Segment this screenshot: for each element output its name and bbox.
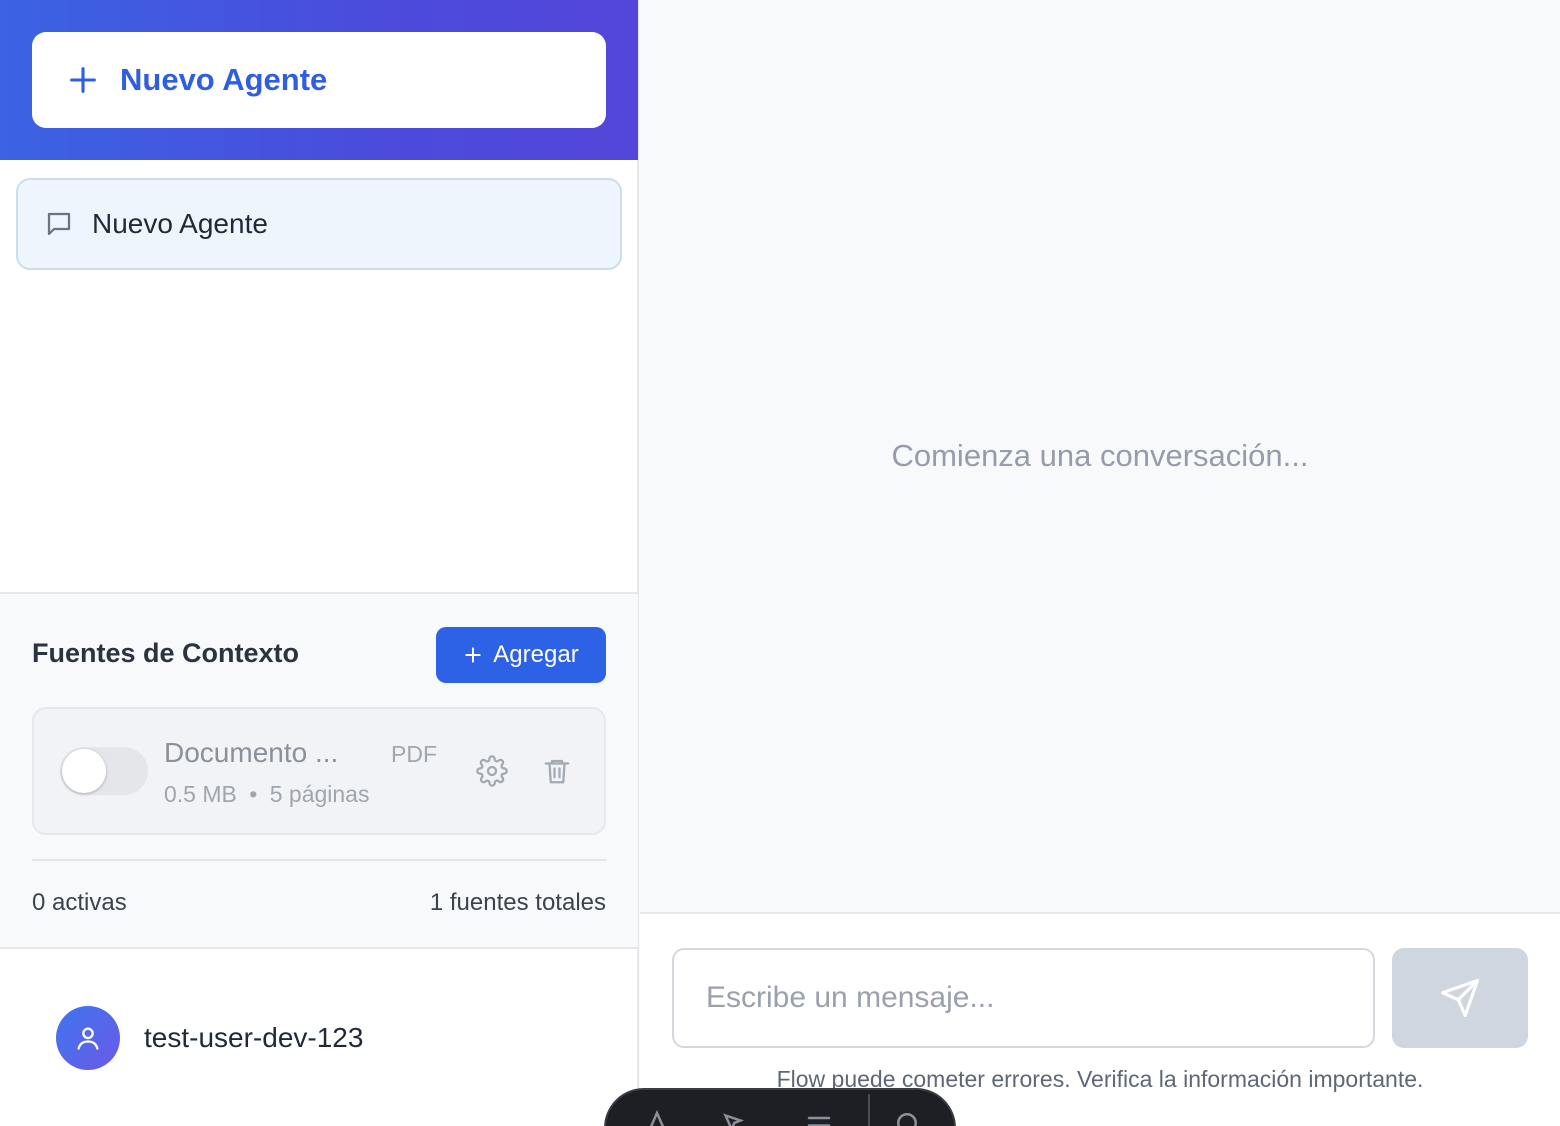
new-agent-button[interactable]: Nuevo Agente (32, 32, 606, 128)
username: test-user-dev-123 (144, 1022, 364, 1053)
gear-icon[interactable] (476, 755, 508, 787)
settings-icon[interactable] (892, 1108, 922, 1126)
plus-icon (70, 67, 96, 93)
agent-list-item[interactable]: Nuevo Agente (16, 178, 622, 270)
agent-list-item-label: Nuevo Agente (92, 208, 268, 239)
floating-toolbar[interactable] (604, 1088, 956, 1126)
context-source-card: Documento ... PDF 0.5 MB • 5 páginas (32, 707, 606, 835)
cursor-tool-icon[interactable] (718, 1108, 748, 1126)
source-name: Documento ... (164, 737, 339, 768)
toolbar-separator (868, 1094, 870, 1126)
message-input[interactable] (672, 948, 1375, 1048)
chat-bubble-icon (47, 212, 71, 236)
sidebar-header: Nuevo Agente (0, 0, 638, 160)
toggle-knob (62, 749, 106, 793)
source-meta: 0.5 MB • 5 páginas (164, 781, 369, 808)
empty-conversation-message: Comienza una conversación... (891, 438, 1309, 473)
trash-icon[interactable] (542, 755, 572, 787)
send-icon (1440, 978, 1480, 1018)
source-size: 0.5 MB (164, 781, 237, 807)
menu-icon[interactable] (804, 1108, 834, 1126)
new-agent-label: Nuevo Agente (120, 62, 328, 97)
add-source-label: Agregar (493, 641, 579, 668)
plus-icon (465, 647, 481, 663)
context-divider (32, 859, 606, 861)
source-enable-toggle[interactable] (60, 747, 148, 795)
context-sources-title: Fuentes de Contexto (32, 638, 300, 668)
sidebar: Nuevo Agente Nuevo Agente Fuentes de Con… (0, 0, 639, 1126)
user-icon (77, 1027, 99, 1050)
user-profile[interactable]: test-user-dev-123 (56, 1006, 363, 1070)
source-type-badge: PDF (391, 741, 437, 767)
source-meta-separator: • (249, 781, 258, 807)
add-source-button[interactable]: Agregar (436, 627, 606, 683)
context-sources-panel: Fuentes de Contexto Agregar Documento ..… (0, 592, 638, 949)
active-sources-count: 0 activas (32, 889, 127, 916)
avatar (56, 1006, 120, 1070)
text-tool-icon[interactable] (642, 1108, 672, 1126)
send-button[interactable] (1392, 948, 1528, 1048)
total-sources-count: 1 fuentes totales (429, 889, 606, 916)
source-pages: 5 páginas (269, 781, 370, 807)
